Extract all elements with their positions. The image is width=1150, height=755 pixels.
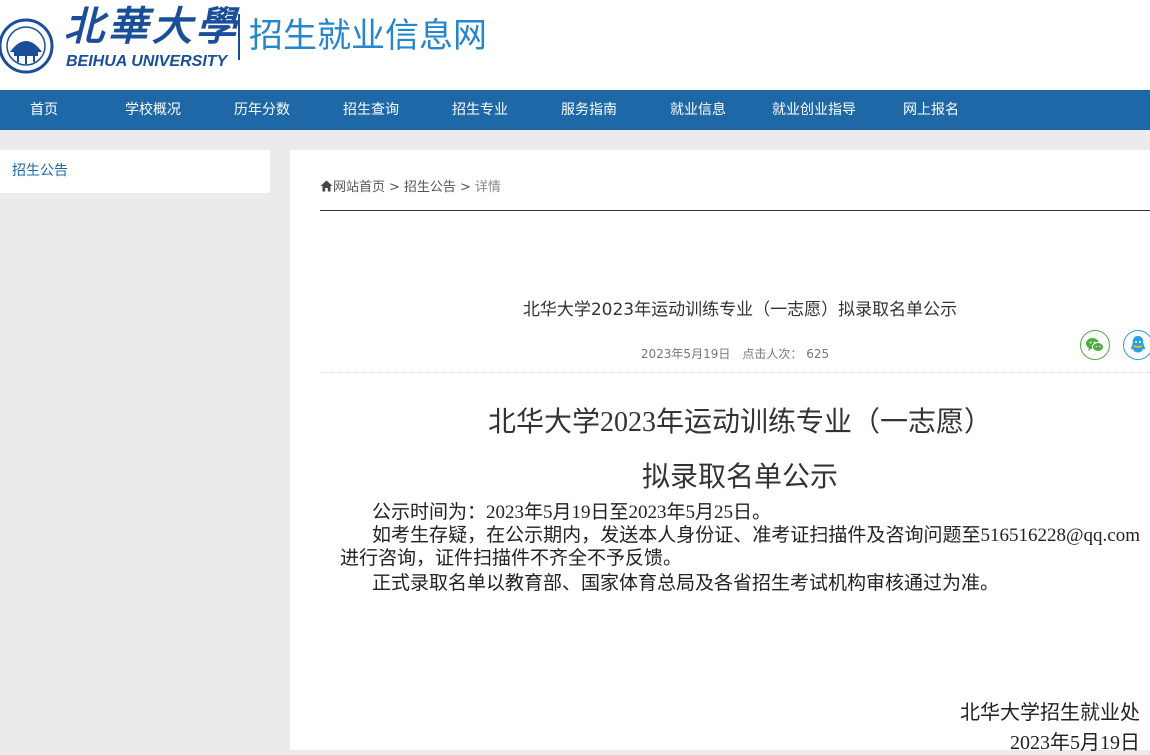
breadcrumb: 网站首页 > 招生公告 > 详情 [320, 176, 501, 195]
nav-item-career-guidance[interactable]: 就业创业指导 [772, 90, 856, 130]
breadcrumb-separator: > [459, 180, 471, 195]
nav-item-school-overview[interactable]: 学校概况 [125, 90, 181, 130]
breadcrumb-separator: > [389, 180, 400, 195]
sidebar-item-announcements[interactable]: 招生公告 [12, 150, 68, 193]
nav-item-admission-query[interactable]: 招生查询 [343, 90, 399, 130]
nav-item-employment-info[interactable]: 就业信息 [670, 90, 726, 130]
paragraph-inquiry: 如考生存疑，在公示期内，发送本人身份证、准考证扫描件及咨询问题至51651622… [340, 525, 1140, 569]
sidebar: 招生公告 [0, 150, 270, 193]
breadcrumb-current: 详情 [474, 180, 501, 195]
home-icon [320, 180, 333, 192]
main-content: 网站首页 > 招生公告 > 详情 北华大学2023年运动训练专业（一志愿）拟录取名单公示… [290, 150, 1150, 754]
nav-item-past-scores[interactable]: 历年分数 [234, 90, 290, 130]
nav-item-service-guide[interactable]: 服务指南 [561, 90, 617, 130]
nav-item-majors[interactable]: 招生专业 [452, 90, 508, 130]
logo-chinese-name: 北華大學 [64, 3, 240, 50]
views-label: 点击人次： [742, 347, 803, 361]
views-count: 625 [806, 347, 830, 361]
share-wechat-button[interactable] [1080, 330, 1110, 360]
logo-divider [238, 14, 240, 60]
main-nav: 首页 学校概况 历年分数 招生查询 招生专业 服务指南 就业信息 就业创业指导 … [0, 90, 1150, 130]
nav-item-online-registration[interactable]: 网上报名 [903, 90, 959, 130]
article-meta: 2023年5月19日 点击人次： 625 [320, 345, 1150, 362]
breadcrumb-divider [320, 210, 1150, 211]
signature-date: 2023年5月19日 [1010, 732, 1140, 754]
wechat-icon [1086, 338, 1104, 352]
signature-organization: 北华大学招生就业处 [960, 702, 1140, 724]
article-title: 北华大学2023年运动训练专业（一志愿）拟录取名单公示 [522, 300, 958, 320]
publish-date: 2023年5月19日 [640, 347, 731, 361]
meta-divider [320, 372, 1150, 373]
site-title[interactable]: 招生就业信息网 [249, 14, 487, 58]
content-heading-line1: 北华大学2023年运动训练专业（一志愿） [487, 407, 992, 438]
logo-english-name: BEIHUA UNIVERSITY [66, 53, 228, 70]
breadcrumb-section-link[interactable]: 招生公告 [404, 180, 456, 195]
qq-icon [1131, 336, 1145, 353]
share-qq-button[interactable] [1123, 330, 1150, 360]
content-heading-line2: 拟录取名单公示 [641, 462, 838, 493]
university-emblem-icon[interactable] [0, 8, 60, 74]
paragraph-final-admission: 正式录取名单以教育部、国家体育总局及各省招生考试机构审核通过为准。 [372, 573, 1000, 594]
site-header: 北華大學 BEIHUA UNIVERSITY 招生就业信息网 [0, 0, 1150, 90]
breadcrumb-home-link[interactable]: 网站首页 [333, 180, 385, 195]
paragraph-notice-period: 公示时间为：2023年5月19日至2023年5月25日。 [372, 502, 772, 523]
nav-item-home[interactable]: 首页 [30, 90, 58, 130]
